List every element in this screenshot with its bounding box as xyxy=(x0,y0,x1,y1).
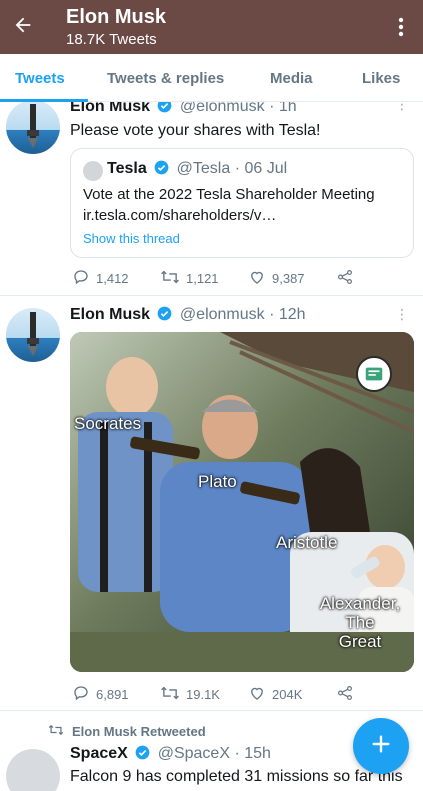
retweet-count: 19.1K xyxy=(186,687,220,702)
tweet-menu-icon[interactable]: ⋮ xyxy=(395,306,409,323)
author-name[interactable]: SpaceX xyxy=(70,745,128,762)
verified-badge-icon xyxy=(157,102,172,118)
quoted-handle: @Tesla xyxy=(176,160,231,177)
share-button[interactable] xyxy=(336,268,354,289)
quoted-time: · 06 Jul xyxy=(234,160,288,177)
meme-label-aristotle: Aristotle xyxy=(276,533,338,552)
tab-tweets[interactable]: Tweets xyxy=(15,70,65,87)
tweet-header: Elon Musk @elonmusk · 12h xyxy=(70,306,306,326)
quoted-author-name: Tesla xyxy=(107,160,147,177)
author-handle: @elonmusk xyxy=(179,306,265,323)
verified-badge-icon xyxy=(157,306,172,326)
retweet-button[interactable]: 19.1K xyxy=(160,684,220,705)
reply-icon xyxy=(72,684,90,705)
tab-tweets-replies[interactable]: Tweets & replies xyxy=(107,70,224,87)
show-thread-link[interactable]: Show this thread xyxy=(83,231,180,246)
profile-tabs: Tweets Tweets & replies Media Likes xyxy=(0,54,423,102)
meme-label-alexander: Alexander, The Great xyxy=(319,594,401,651)
author-name[interactable]: Elon Musk xyxy=(70,306,150,323)
like-button[interactable]: 9,387 xyxy=(248,268,305,289)
tweet-feed[interactable]: Elon Musk @elonmusk · 1h ⋮ Please vote y… xyxy=(0,102,423,791)
reply-count: 6,891 xyxy=(96,687,129,702)
compose-tweet-button[interactable] xyxy=(353,718,409,774)
tab-likes[interactable]: Likes xyxy=(362,70,400,87)
tab-media[interactable]: Media xyxy=(270,70,313,87)
author-handle: @SpaceX xyxy=(157,745,230,762)
profile-name-title: Elon Musk xyxy=(66,6,167,28)
plus-icon xyxy=(370,733,392,760)
meme-image[interactable]: Socrates Plato Aristotle Alexander, The … xyxy=(70,332,414,672)
overflow-menu-icon[interactable] xyxy=(391,14,411,40)
tweet-actions: 1,412 1,121 9,387 xyxy=(72,268,372,288)
tweet-time: · 1h xyxy=(269,102,297,115)
tweet-text: Falcon 9 has completed 31 missions so fa… xyxy=(70,768,403,785)
like-count: 9,387 xyxy=(272,271,305,286)
active-tab-indicator xyxy=(0,99,88,102)
author-handle: @elonmusk xyxy=(179,102,265,115)
tweet-card[interactable]: Elon Musk @elonmusk · 12h ⋮ Socrates Pla… xyxy=(0,296,423,710)
watermark-logo-icon xyxy=(356,356,392,392)
tweet-text: Please vote your shares with Tesla! xyxy=(70,122,321,139)
tweet-actions: 6,891 19.1K 204K xyxy=(72,684,372,704)
retweet-context: Elon Musk Retweeted xyxy=(48,723,206,740)
retweet-small-icon xyxy=(48,723,64,740)
like-button[interactable]: 204K xyxy=(248,684,302,705)
reply-count: 1,412 xyxy=(96,271,129,286)
quoted-avatar xyxy=(83,161,103,181)
quoted-text: Vote at the 2022 Tesla Shareholder Meeti… xyxy=(83,186,375,203)
meme-label-plato: Plato xyxy=(198,472,237,491)
back-arrow-icon[interactable] xyxy=(10,12,36,38)
quoted-link[interactable]: ir.tesla.com/shareholders/v… xyxy=(83,207,276,224)
tweet-header: Elon Musk @elonmusk · 1h xyxy=(70,102,297,118)
author-name[interactable]: Elon Musk xyxy=(70,102,150,115)
share-button[interactable] xyxy=(336,684,354,705)
share-icon xyxy=(336,268,354,289)
tweet-header: SpaceX @SpaceX · 15h xyxy=(70,745,271,765)
avatar[interactable] xyxy=(6,102,60,154)
quoted-tweet-card[interactable]: Tesla @Tesla · 06 Jul Vote at the 2022 T… xyxy=(70,148,414,258)
verified-badge-icon xyxy=(135,745,150,765)
verified-badge-icon xyxy=(154,160,169,180)
retweet-icon xyxy=(160,268,180,289)
share-icon xyxy=(336,684,354,705)
like-count: 204K xyxy=(272,687,303,702)
reply-button[interactable]: 1,412 xyxy=(72,268,129,289)
tweet-count: 18.7K Tweets xyxy=(66,31,157,48)
heart-icon xyxy=(248,268,266,289)
heart-icon xyxy=(248,684,266,705)
tweet-menu-icon[interactable]: ⋮ xyxy=(395,102,409,113)
tweet-card[interactable]: Elon Musk @elonmusk · 1h ⋮ Please vote y… xyxy=(0,102,423,294)
tweet-time: · 15h xyxy=(234,745,271,762)
app-bar: Elon Musk 18.7K Tweets xyxy=(0,0,423,54)
tweet-time: · 12h xyxy=(269,306,306,323)
reply-icon xyxy=(72,268,90,289)
avatar[interactable] xyxy=(6,308,60,362)
retweet-icon xyxy=(160,684,180,705)
meme-label-socrates: Socrates xyxy=(74,414,142,433)
quoted-header: Tesla @Tesla · 06 Jul xyxy=(107,160,287,180)
reply-button[interactable]: 6,891 xyxy=(72,684,129,705)
retweet-button[interactable]: 1,121 xyxy=(160,268,219,289)
retweet-count: 1,121 xyxy=(186,271,219,286)
retweet-context-text: Elon Musk Retweeted xyxy=(72,724,206,739)
avatar[interactable] xyxy=(6,749,60,791)
